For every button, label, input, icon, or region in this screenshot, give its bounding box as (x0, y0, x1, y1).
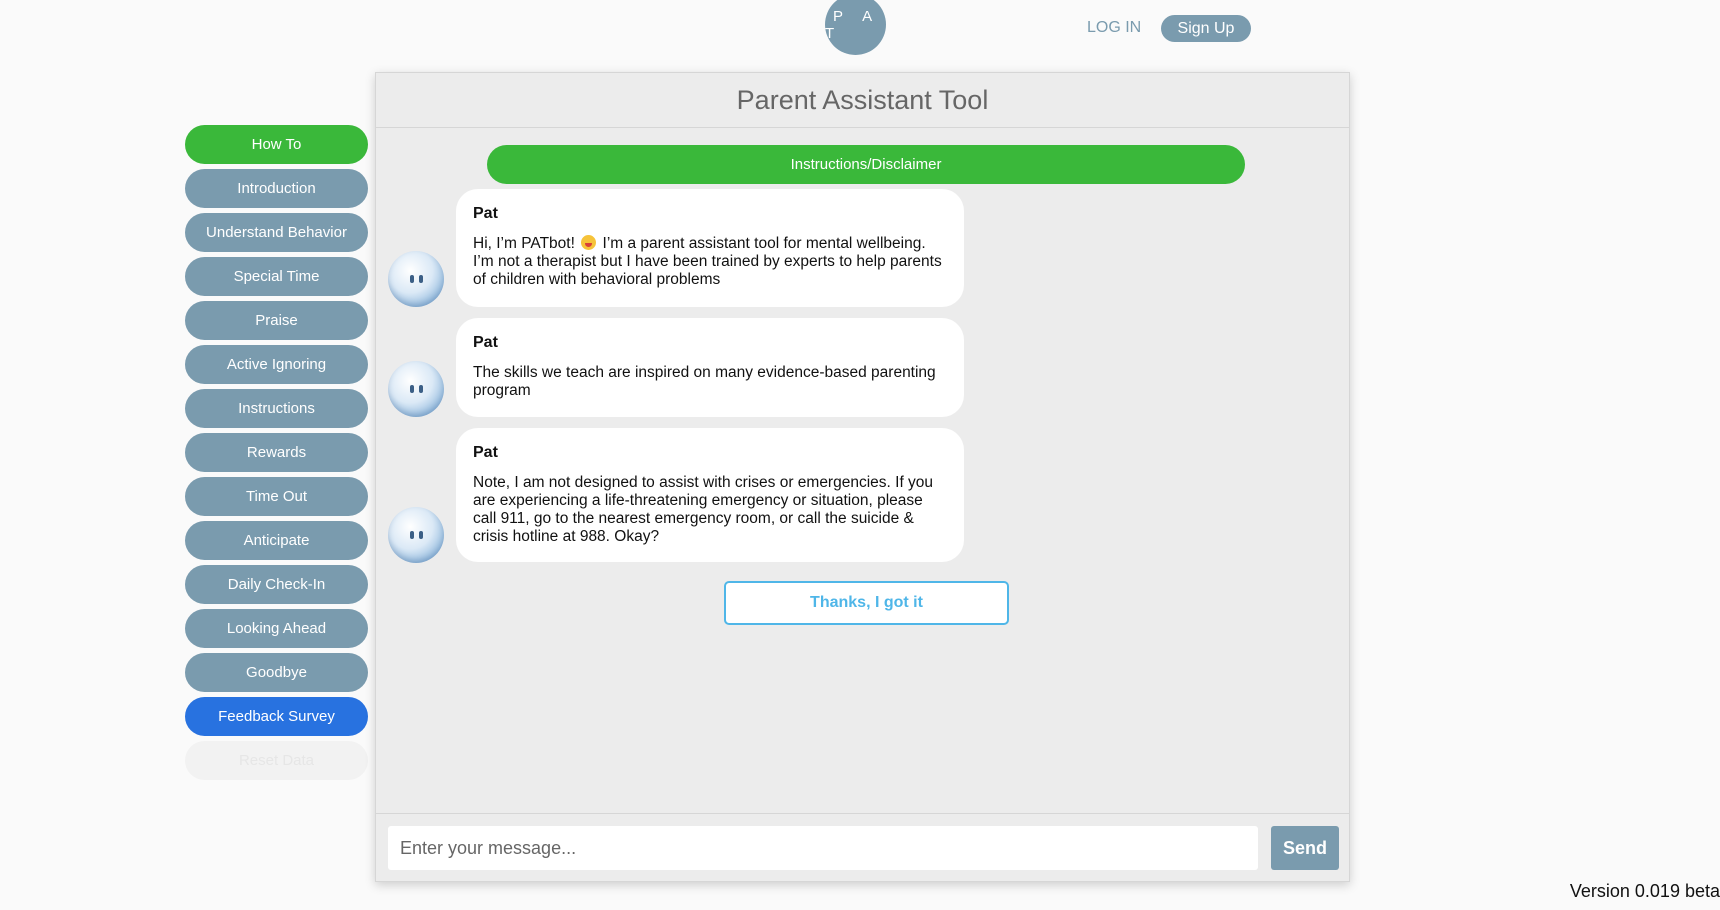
sidebar-nav: How To Introduction Understand Behavior … (185, 125, 368, 785)
message-text: Hi, I’m PATbot! I’m a parent assistant t… (473, 235, 947, 289)
message-sender: Pat (473, 334, 498, 351)
instructions-disclaimer-button[interactable]: Instructions/Disclaimer (487, 145, 1245, 184)
sidebar-item-instructions[interactable]: Instructions (185, 389, 368, 428)
message-text-part: Hi, I’m PATbot! (473, 235, 580, 252)
page: P A T LOG IN Sign Up How To Introduction… (0, 0, 1720, 910)
sidebar-item-time-out[interactable]: Time Out (185, 477, 368, 516)
message-input[interactable] (388, 826, 1258, 870)
message-text: Note, I am not designed to assist with c… (473, 474, 934, 545)
robot-avatar-icon (388, 507, 444, 563)
sidebar-item-praise[interactable]: Praise (185, 301, 368, 340)
chat-title: Parent Assistant Tool (376, 73, 1349, 128)
sidebar-item-feedback-survey[interactable]: Feedback Survey (185, 697, 368, 736)
pat-logo[interactable]: P A T (825, 0, 886, 55)
chat-panel: Parent Assistant Tool Instructions/Discl… (375, 72, 1350, 882)
send-button[interactable]: Send (1271, 826, 1339, 870)
sidebar-item-special-time[interactable]: Special Time (185, 257, 368, 296)
sidebar-item-understand-behavior[interactable]: Understand Behavior (185, 213, 368, 252)
chat-message: Pat The skills we teach are inspired on … (456, 318, 964, 417)
sidebar-item-introduction[interactable]: Introduction (185, 169, 368, 208)
message-composer: Send (376, 813, 1349, 881)
sidebar-item-active-ignoring[interactable]: Active Ignoring (185, 345, 368, 384)
message-sender: Pat (473, 444, 498, 461)
robot-avatar-icon (388, 251, 444, 307)
sidebar-item-rewards[interactable]: Rewards (185, 433, 368, 472)
message-sender: Pat (473, 205, 498, 222)
sidebar-item-how-to[interactable]: How To (185, 125, 368, 164)
quick-reply-button[interactable]: Thanks, I got it (724, 581, 1009, 625)
version-label: Version 0.019 beta (1569, 881, 1720, 901)
chat-message: Pat Note, I am not designed to assist wi… (456, 428, 964, 562)
chat-message: Pat Hi, I’m PATbot! I’m a parent assista… (456, 189, 964, 307)
sidebar-item-reset-data[interactable]: Reset Data (185, 741, 368, 780)
sidebar-item-anticipate[interactable]: Anticipate (185, 521, 368, 560)
signup-button[interactable]: Sign Up (1161, 15, 1251, 42)
sidebar-item-looking-ahead[interactable]: Looking Ahead (185, 609, 368, 648)
grinning-face-emoji-icon (581, 235, 597, 250)
robot-avatar-icon (388, 361, 444, 417)
login-link[interactable]: LOG IN (1087, 19, 1141, 37)
sidebar-item-goodbye[interactable]: Goodbye (185, 653, 368, 692)
message-text: The skills we teach are inspired on many… (473, 364, 936, 399)
sidebar-item-daily-check-in[interactable]: Daily Check-In (185, 565, 368, 604)
